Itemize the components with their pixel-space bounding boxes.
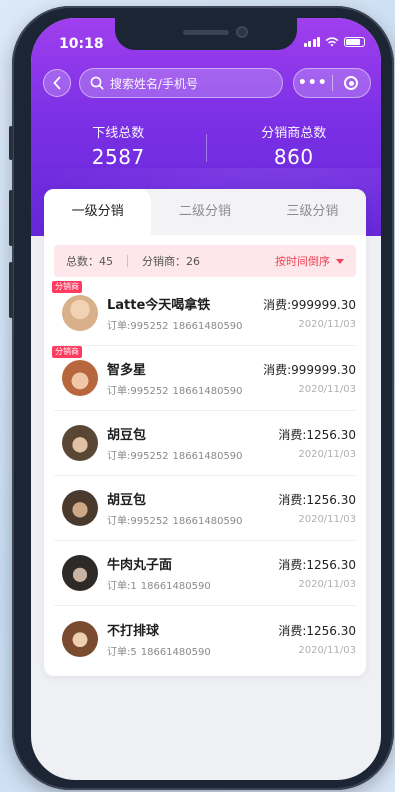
list-item[interactable]: 牛肉丸子面 订单:1 18661480590 消费:1256.30 2020/11… <box>54 541 356 606</box>
member-name: 胡豆包 <box>107 428 147 443</box>
more-icon: ••• <box>297 75 328 91</box>
spend-amount: 消费:1256.30 <box>278 428 356 442</box>
caret-down-icon <box>336 258 344 264</box>
tab-level-1[interactable]: 一级分销 <box>44 189 152 235</box>
distributor-count: 分销商：26 <box>142 255 200 268</box>
distributor-label: 分销商总数 <box>261 126 327 141</box>
speaker <box>183 30 229 35</box>
order-count: 订单:1 <box>107 581 137 592</box>
date: 2020/11/03 <box>298 449 356 460</box>
distribution-card: 一级分销 二级分销 三级分销 总数：45 分销商：26 按时间倒序 分销商 La… <box>44 189 366 676</box>
volume-down-button <box>9 262 13 318</box>
phone-number: 18661480590 <box>172 321 243 332</box>
spend-amount: 消费:999999.30 <box>263 298 356 312</box>
member-list: 分销商 Latte今天喝拿铁 订单:995252 18661480590 消费:9… <box>44 281 366 671</box>
downline-value: 2587 <box>91 145 145 169</box>
member-name: 牛肉丸子面 <box>107 558 173 573</box>
search-placeholder: 搜索姓名/手机号 <box>110 76 199 91</box>
mini-program-capsule: ••• <box>293 68 371 98</box>
phone-number: 18661480590 <box>172 386 243 397</box>
phone-number: 18661480590 <box>140 646 211 658</box>
distributor-tag: 分销商 <box>52 346 82 358</box>
back-button[interactable] <box>43 69 71 97</box>
wifi-icon <box>325 37 339 47</box>
avatar <box>62 555 98 591</box>
member-name: 胡豆包 <box>107 493 147 508</box>
summary-divider <box>127 255 128 267</box>
avatar <box>62 360 98 396</box>
list-item[interactable]: 胡豆包 订单:995252 18661480590 消费:1256.30 2020… <box>54 411 356 476</box>
order-count: 订单:995252 <box>107 451 169 462</box>
avatar <box>62 490 98 526</box>
battery-icon <box>344 37 365 47</box>
distributor-stat: 分销商总数 860 <box>207 122 382 169</box>
tab-bar: 一级分销 二级分销 三级分销 <box>44 189 366 235</box>
search-input[interactable]: 搜索姓名/手机号 <box>79 68 283 98</box>
tab-level-2[interactable]: 二级分销 <box>151 189 258 235</box>
date: 2020/11/03 <box>298 384 356 395</box>
stats-panel: 下线总数 2587 分销商总数 860 <box>31 122 381 169</box>
order-count: 订单:5 <box>107 646 137 658</box>
list-item[interactable]: 不打排球 订单:5 18661480590 消费:1256.30 2020/11/… <box>54 606 356 671</box>
avatar <box>62 295 98 331</box>
distributor-value: 860 <box>273 145 314 169</box>
tab-level-3[interactable]: 三级分销 <box>259 189 366 235</box>
nav-bar: 搜索姓名/手机号 ••• <box>43 67 371 99</box>
member-name: Latte今天喝拿铁 <box>107 298 211 313</box>
date: 2020/11/03 <box>298 579 356 590</box>
distributor-tag: 分销商 <box>52 281 82 293</box>
list-item[interactable]: 胡豆包 订单:995252 18661480590 消费:1256.30 2020… <box>54 476 356 541</box>
order-count: 订单:995252 <box>107 516 169 527</box>
phone-screen: 10:18 搜索姓名/手机号 ••• 下线总数 2587 分销商总数 860 一… <box>31 18 381 780</box>
sort-label: 按时间倒序 <box>275 255 330 268</box>
date: 2020/11/03 <box>298 514 356 525</box>
target-icon <box>344 76 359 90</box>
downline-label: 下线总数 <box>92 126 145 141</box>
list-item[interactable]: 分销商 智多星 订单:995252 18661480590 消费:999999.3… <box>52 346 356 411</box>
phone-number: 18661480590 <box>172 451 243 462</box>
member-name: 智多星 <box>107 363 147 378</box>
sort-dropdown[interactable]: 按时间倒序 <box>275 253 344 269</box>
close-mini-program-button[interactable] <box>333 69 371 97</box>
signal-icon <box>303 37 320 47</box>
spend-amount: 消费:999999.30 <box>263 363 356 377</box>
total-count: 总数：45 <box>66 255 113 268</box>
phone-number: 18661480590 <box>172 516 243 527</box>
spend-amount: 消费:1256.30 <box>278 623 356 638</box>
mute-switch <box>9 126 13 160</box>
order-count: 订单:995252 <box>107 386 169 397</box>
spend-amount: 消费:1256.30 <box>278 558 356 572</box>
date: 2020/11/03 <box>298 319 356 330</box>
summary-bar: 总数：45 分销商：26 按时间倒序 <box>54 245 356 277</box>
avatar <box>62 425 98 461</box>
phone-number: 18661480590 <box>140 581 211 592</box>
date: 2020/11/03 <box>298 644 356 656</box>
status-icons <box>303 37 365 47</box>
chevron-left-icon <box>53 76 61 90</box>
spend-amount: 消费:1256.30 <box>278 493 356 507</box>
volume-up-button <box>9 190 13 246</box>
downline-stat: 下线总数 2587 <box>31 122 206 169</box>
order-count: 订单:995252 <box>107 321 169 332</box>
avatar <box>62 620 98 657</box>
status-time: 10:18 <box>59 36 104 52</box>
member-name: 不打排球 <box>107 623 160 639</box>
front-camera <box>236 26 248 38</box>
list-item[interactable]: 分销商 Latte今天喝拿铁 订单:995252 18661480590 消费:9… <box>52 281 356 346</box>
search-icon <box>90 76 104 90</box>
more-button[interactable]: ••• <box>294 69 332 97</box>
